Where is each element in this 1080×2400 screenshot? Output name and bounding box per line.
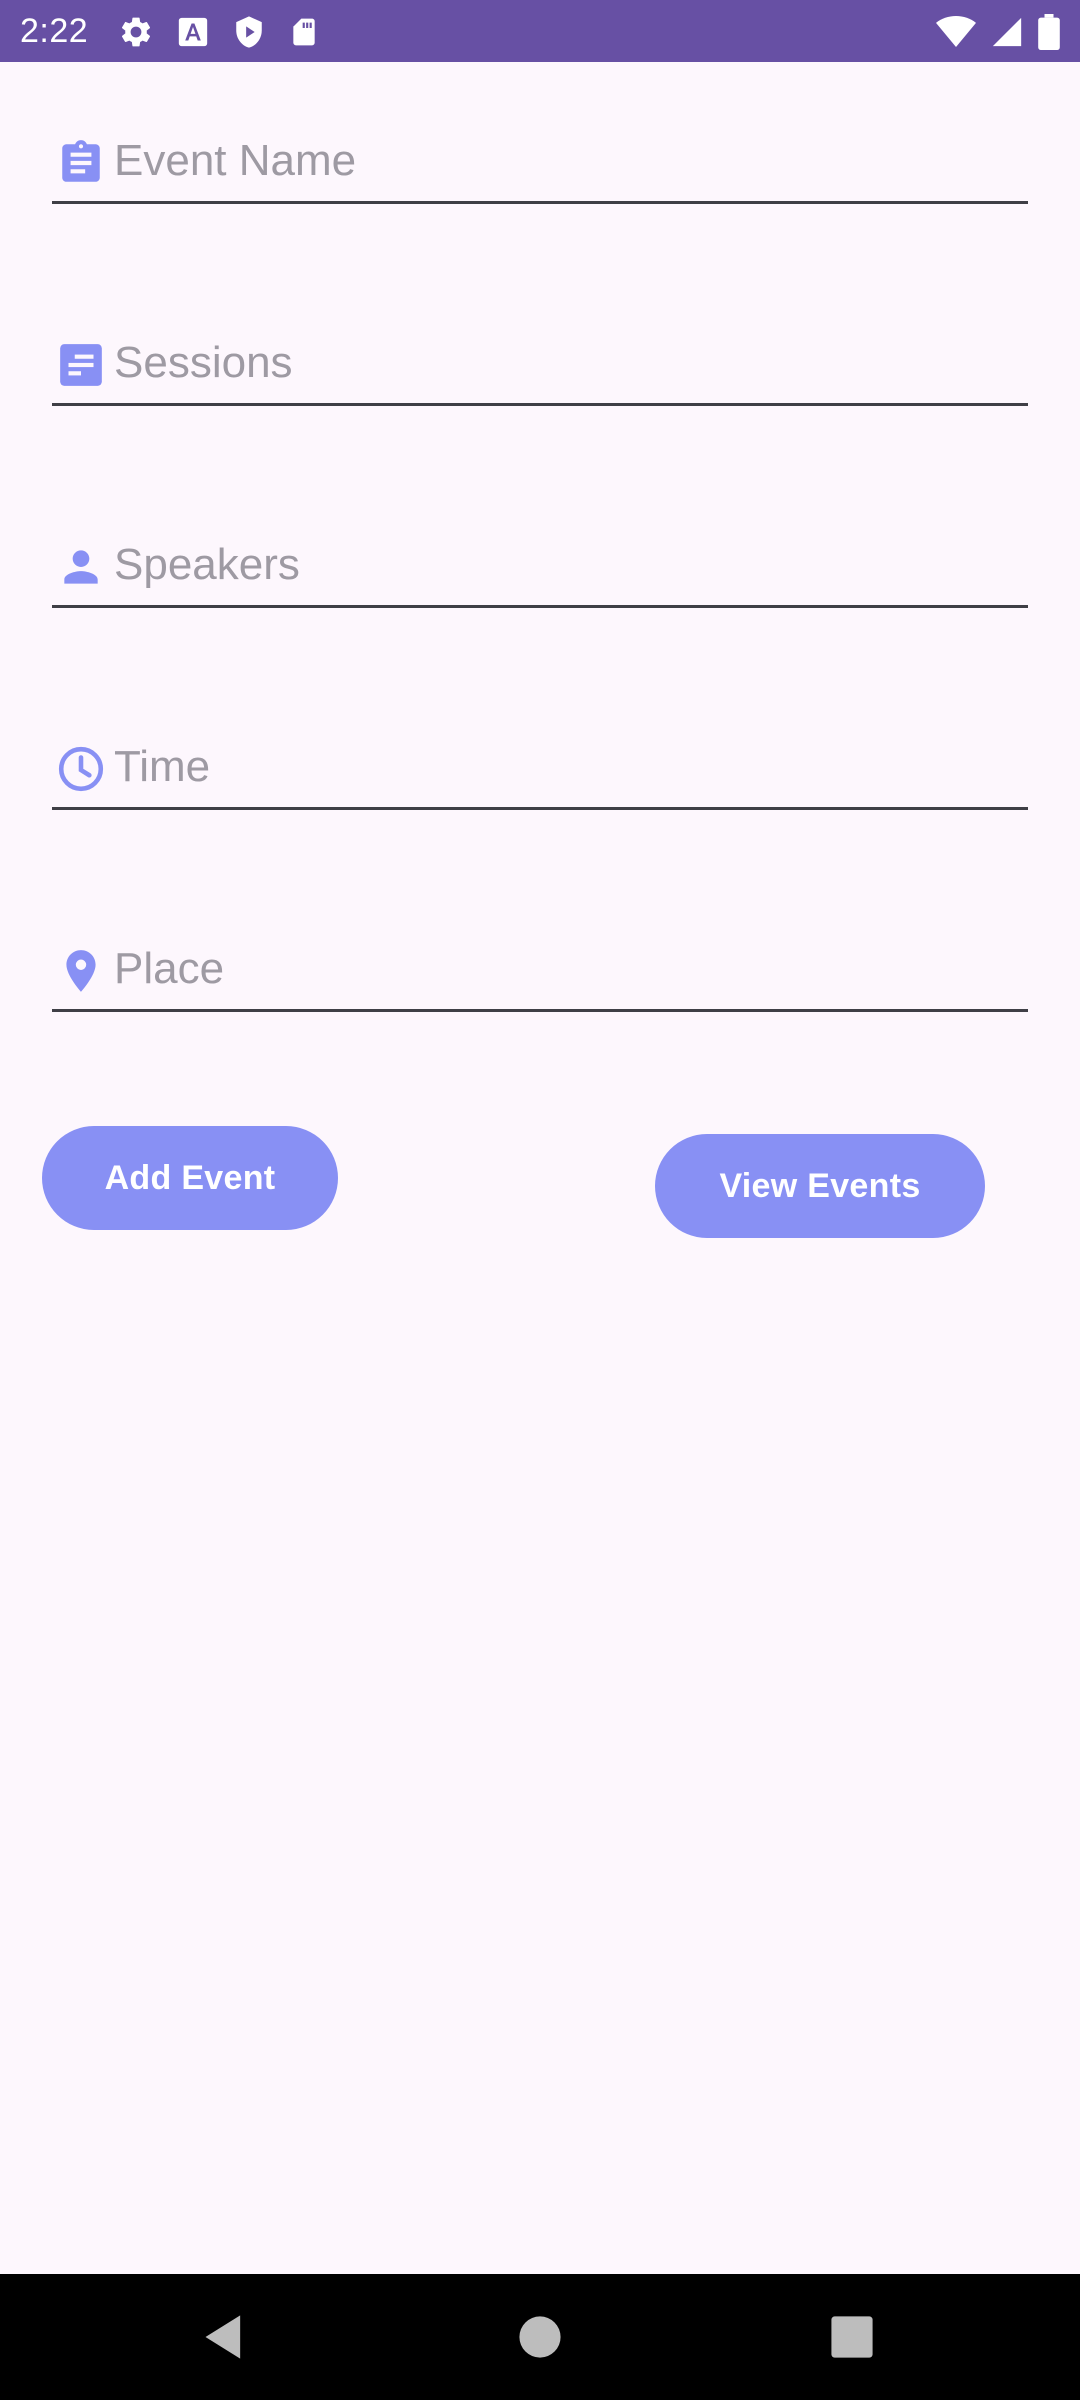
speakers-field bbox=[52, 508, 1028, 608]
signal-icon bbox=[992, 17, 1022, 47]
event-name-underline bbox=[52, 201, 1028, 204]
place-input[interactable] bbox=[114, 934, 1014, 1004]
status-system-icons bbox=[936, 12, 1060, 52]
time-field bbox=[52, 710, 1028, 810]
font-a-icon bbox=[178, 17, 208, 47]
place-field bbox=[52, 912, 1028, 1012]
wifi-icon bbox=[936, 16, 976, 47]
clipboard-icon bbox=[62, 140, 100, 182]
back-icon[interactable] bbox=[199, 2311, 251, 2363]
speakers-underline bbox=[52, 605, 1028, 608]
home-icon[interactable] bbox=[514, 2311, 566, 2363]
shield-play-icon bbox=[236, 16, 262, 48]
add-event-button[interactable]: Add Event bbox=[42, 1126, 338, 1230]
person-icon bbox=[64, 550, 98, 584]
event-name-input[interactable] bbox=[114, 126, 1014, 196]
recents-icon[interactable] bbox=[826, 2311, 878, 2363]
gear-icon bbox=[121, 17, 151, 47]
sessions-input[interactable] bbox=[114, 328, 1014, 398]
status-notification-icons bbox=[118, 12, 320, 52]
status-time: 2:22 bbox=[20, 12, 89, 50]
location-pin-icon bbox=[66, 950, 96, 992]
battery-icon bbox=[1038, 14, 1060, 50]
view-events-button[interactable]: View Events bbox=[655, 1134, 985, 1238]
speakers-input[interactable] bbox=[114, 530, 1014, 600]
place-underline bbox=[52, 1009, 1028, 1012]
time-underline bbox=[52, 807, 1028, 810]
status-bar: 2:22 bbox=[0, 0, 1080, 62]
navigation-bar bbox=[0, 2274, 1080, 2400]
notes-icon bbox=[60, 344, 102, 386]
sessions-underline bbox=[52, 403, 1028, 406]
time-input[interactable] bbox=[114, 732, 1014, 802]
event-name-field bbox=[52, 104, 1028, 204]
clock-icon bbox=[58, 746, 104, 792]
sessions-field bbox=[52, 306, 1028, 406]
sd-card-icon bbox=[293, 18, 315, 46]
